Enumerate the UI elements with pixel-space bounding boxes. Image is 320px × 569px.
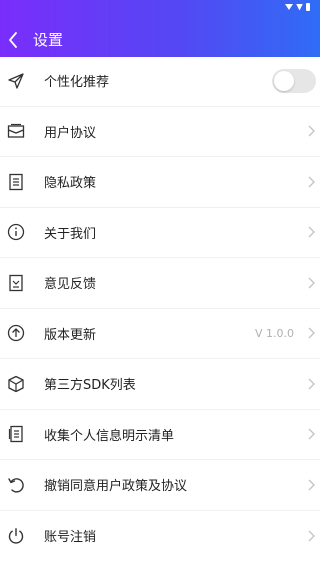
settings-item-revoke-consent[interactable]: 撤销同意用户政策及协议 <box>0 460 320 511</box>
settings-item-label: 撤销同意用户政策及协议 <box>44 479 188 495</box>
feedback-icon <box>6 273 26 293</box>
battery-icon <box>306 3 310 11</box>
settings-item-label: 用户协议 <box>44 125 97 141</box>
chevron-right-icon <box>306 478 316 492</box>
chevron-right-icon <box>306 427 316 441</box>
settings-list: 个性化推荐 用户协议 隐私政策 关于我们 意见反馈 版本更新 V 1.0.0 第… <box>0 56 320 561</box>
chevron-left-icon <box>9 32 17 48</box>
signal-icon <box>285 4 293 10</box>
settings-item-label: 账号注销 <box>44 530 97 546</box>
back-button[interactable] <box>3 30 23 50</box>
chevron-right-icon <box>306 225 316 239</box>
chevron-right-icon <box>306 276 316 290</box>
settings-item-privacy-policy[interactable]: 隐私政策 <box>0 157 320 208</box>
paper-plane-icon <box>6 71 26 91</box>
envelope-icon <box>6 121 26 141</box>
info-icon <box>6 222 26 242</box>
settings-item-version-update[interactable]: 版本更新 V 1.0.0 <box>0 309 320 359</box>
chevron-right-icon <box>306 175 316 189</box>
settings-item-about-us[interactable]: 关于我们 <box>0 208 320 258</box>
settings-item-label: 第三方SDK列表 <box>44 378 136 394</box>
undo-icon <box>6 475 26 495</box>
settings-item-label: 隐私政策 <box>44 176 97 192</box>
settings-item-personalized-recommendation[interactable]: 个性化推荐 <box>0 56 320 107</box>
chevron-right-icon <box>306 377 316 391</box>
document-icon <box>6 172 26 192</box>
settings-item-personal-info-list[interactable]: 收集个人信息明示清单 <box>0 410 320 460</box>
list-document-icon <box>6 424 26 444</box>
settings-item-feedback[interactable]: 意见反馈 <box>0 258 320 309</box>
page-title: 设置 <box>33 31 64 49</box>
version-number: V 1.0.0 <box>254 326 294 340</box>
chevron-right-icon <box>306 326 316 340</box>
toggle-knob <box>274 70 294 91</box>
settings-item-label: 收集个人信息明示清单 <box>44 428 175 444</box>
settings-item-label: 关于我们 <box>44 226 97 242</box>
upload-arrow-icon <box>6 323 26 343</box>
settings-item-label: 意见反馈 <box>44 277 97 293</box>
status-bar <box>285 2 310 12</box>
cube-icon <box>6 374 26 394</box>
settings-item-label: 版本更新 <box>44 327 97 343</box>
settings-item-user-agreement[interactable]: 用户协议 <box>0 107 320 157</box>
wifi-icon <box>296 3 303 11</box>
chevron-right-icon <box>306 124 316 138</box>
settings-item-third-party-sdk[interactable]: 第三方SDK列表 <box>0 359 320 410</box>
app-header: 设置 <box>0 0 320 57</box>
settings-item-label: 个性化推荐 <box>44 75 110 91</box>
personalized-recommendation-toggle[interactable] <box>272 68 316 93</box>
chevron-right-icon <box>306 529 316 543</box>
settings-item-account-cancellation[interactable]: 账号注销 <box>0 511 320 562</box>
power-icon <box>6 526 26 546</box>
